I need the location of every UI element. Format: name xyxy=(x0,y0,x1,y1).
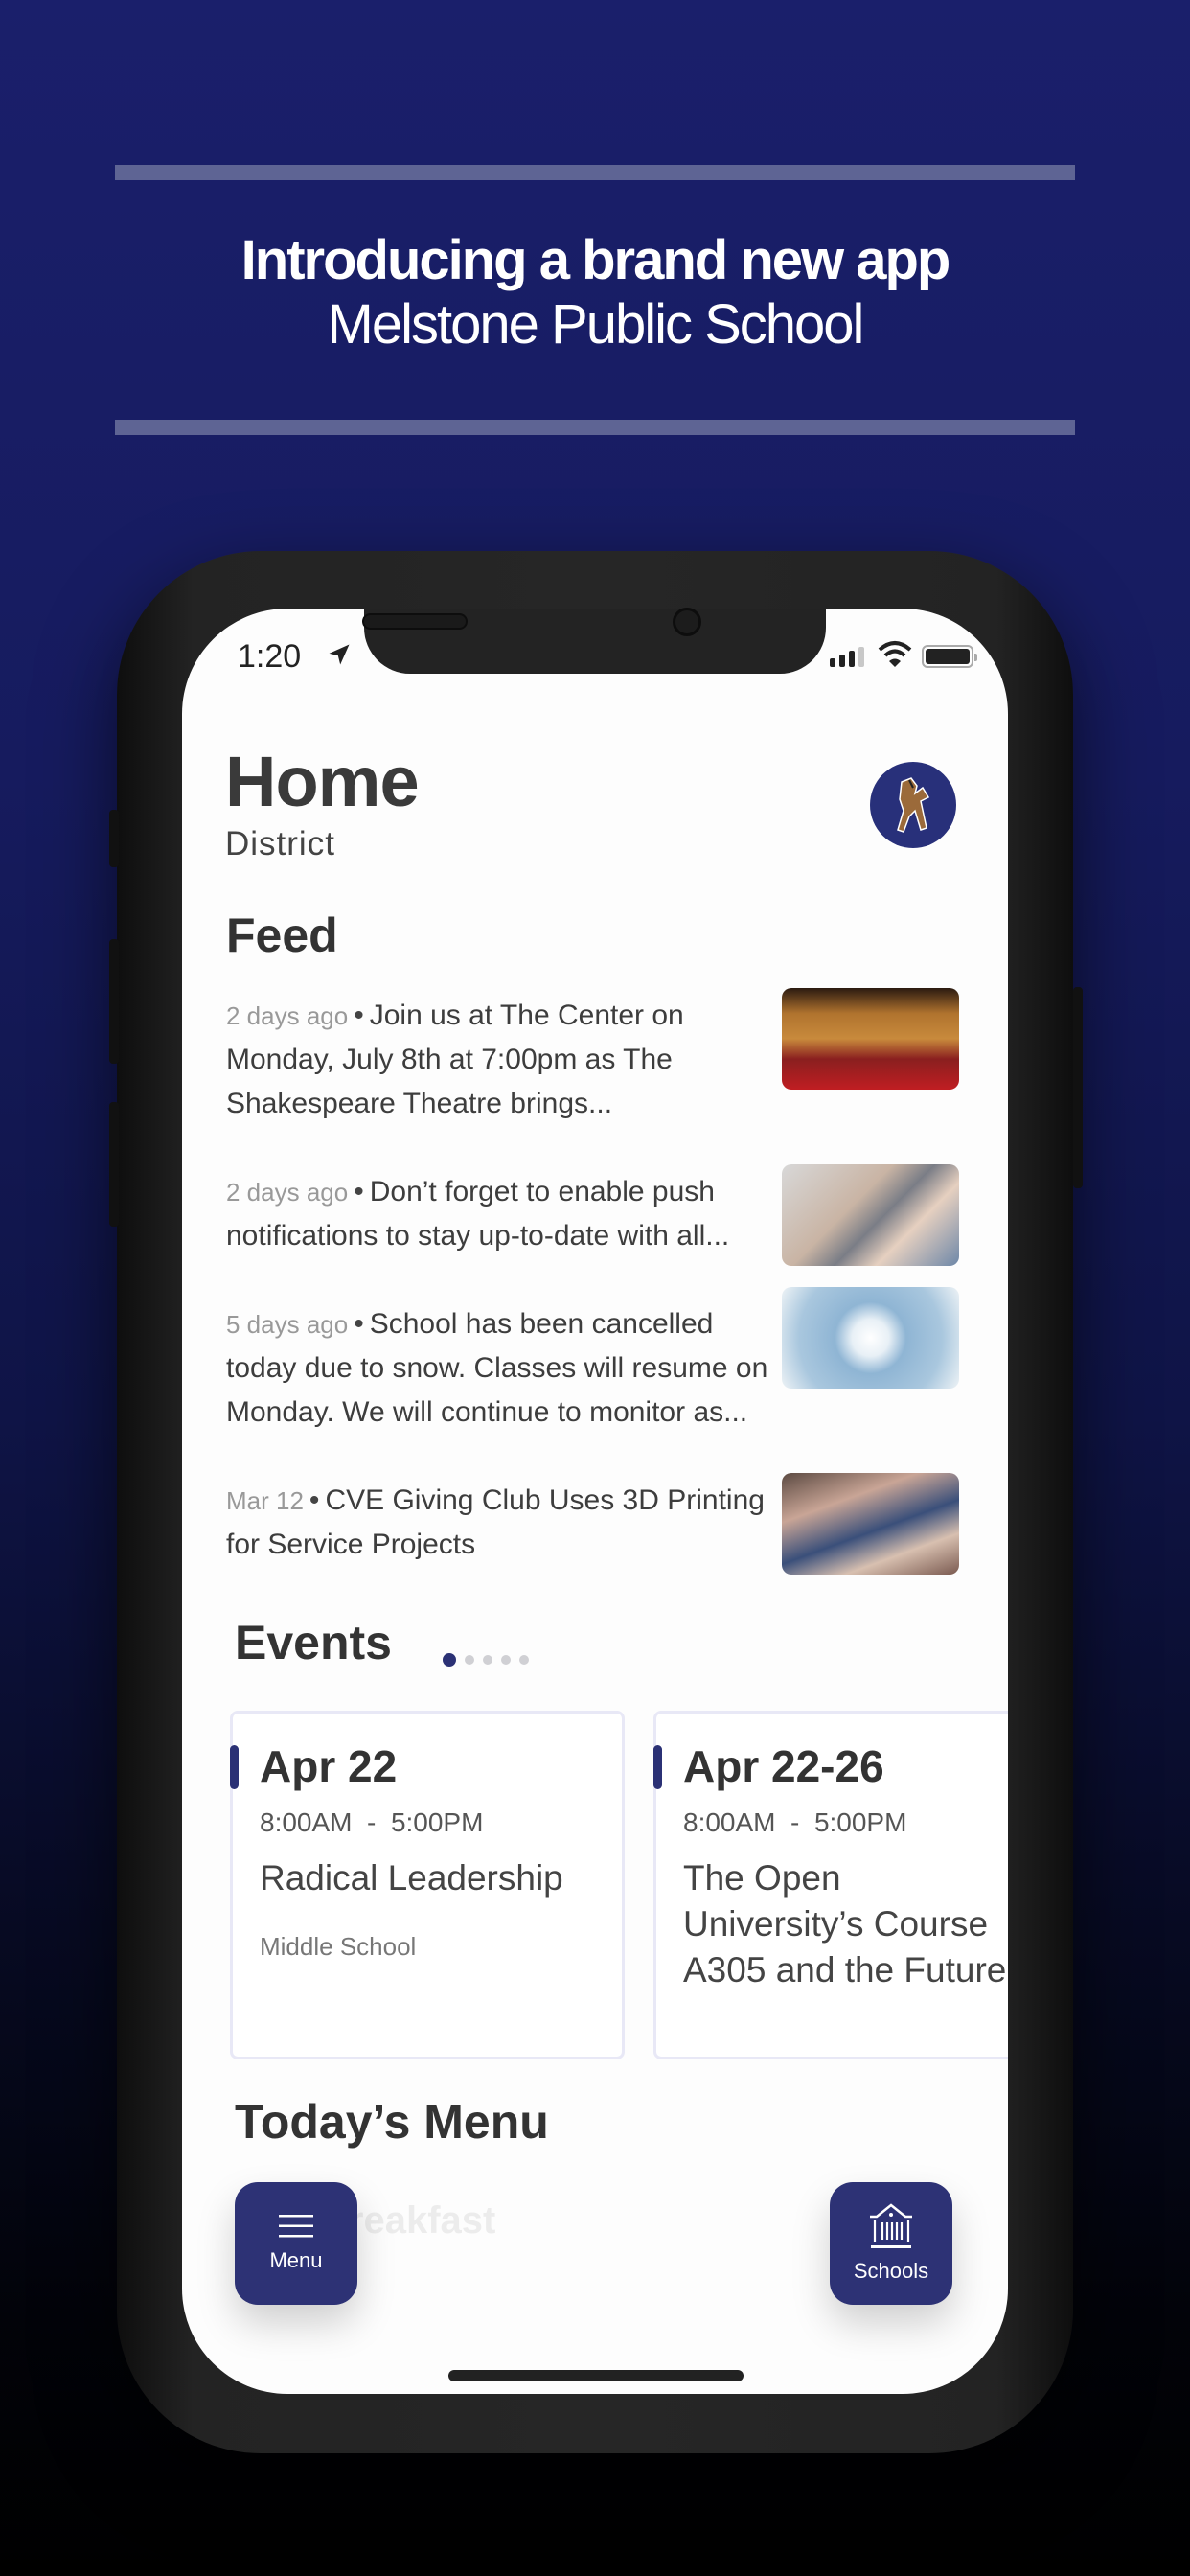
event-accent-bar xyxy=(653,1745,662,1789)
promo-divider-top xyxy=(115,165,1075,180)
event-time: 8:00AM - 5:00PM xyxy=(260,1807,484,1837)
pager-dot[interactable] xyxy=(483,1655,492,1665)
wifi-icon xyxy=(878,641,912,667)
school-avatar-button[interactable] xyxy=(870,762,956,848)
event-accent-bar xyxy=(230,1745,239,1789)
page-title: Home xyxy=(225,742,420,821)
home-indicator[interactable] xyxy=(448,2370,744,2381)
todays-menu-section-title: Today’s Menu xyxy=(235,2095,549,2149)
status-time: 1:20 xyxy=(238,638,302,675)
feed-item[interactable]: Mar 12 • CVE Giving Club Uses 3D Printing … xyxy=(226,1473,964,1575)
feed-thumbnail-classroom xyxy=(782,1473,959,1575)
feed-section-title: Feed xyxy=(226,908,338,962)
feed-separator: • xyxy=(309,1484,320,1516)
menu-button[interactable]: Menu xyxy=(235,2182,357,2305)
feed-item[interactable]: 2 days ago • Don’t forget to enable push n… xyxy=(226,1164,964,1266)
promo-headline: Introducing a brand new app xyxy=(240,229,951,291)
pager-dot-active[interactable] xyxy=(443,1653,456,1667)
event-time: 8:00AM - 5:00PM xyxy=(683,1807,907,1837)
page-subtitle: District xyxy=(225,825,335,862)
promo-subheadline: Melstone Public School xyxy=(327,293,865,356)
feed-thumbnail-snowflake xyxy=(782,1287,959,1389)
feed-item-time: 5 days ago xyxy=(226,1310,349,1339)
phone-silent-switch xyxy=(109,810,119,867)
phone-volume-up xyxy=(109,939,119,1064)
app-screen: 1:20 Home District Feed 2 days ago • Join … xyxy=(182,609,1008,2394)
events-pager[interactable] xyxy=(443,1653,529,1667)
phone-volume-down xyxy=(109,1102,119,1227)
feed-item-time: 2 days ago xyxy=(226,1001,349,1030)
feed-separator: • xyxy=(354,1308,364,1340)
location-arrow-icon xyxy=(329,644,350,665)
phone-power-button xyxy=(1073,987,1083,1188)
feed-item[interactable]: 5 days ago • School has been cancelled tod… xyxy=(226,1287,964,1435)
front-camera xyxy=(673,608,701,636)
events-section-title: Events xyxy=(235,1616,392,1669)
menu-button-label: Menu xyxy=(269,2248,323,2272)
promo-divider-bottom xyxy=(115,420,1075,435)
feed-item-time: Mar 12 xyxy=(226,1486,304,1515)
event-date: Apr 22 xyxy=(260,1741,398,1791)
feed-item-text: CVE Giving Club Uses 3D Printing for Ser… xyxy=(226,1484,765,1560)
pager-dot[interactable] xyxy=(465,1655,474,1665)
event-card[interactable]: Apr 22-26 8:00AM - 5:00PM The Open Unive… xyxy=(653,1711,1008,2059)
feed-item-time: 2 days ago xyxy=(226,1178,349,1207)
feed-thumbnail-theatre xyxy=(782,988,959,1090)
event-location: Middle School xyxy=(260,1932,417,1961)
hamburger-menu-icon xyxy=(279,2215,313,2238)
event-card[interactable]: Apr 22 8:00AM - 5:00PM Radical Leadershi… xyxy=(230,1711,625,2059)
event-name: The Open University’s Course A305 and th… xyxy=(683,1858,1007,1990)
cellular-signal-icon xyxy=(830,647,864,667)
feed-thumbnail-phone xyxy=(782,1164,959,1266)
school-building-icon xyxy=(870,2203,912,2248)
feed-separator: • xyxy=(354,1000,364,1031)
pager-dot[interactable] xyxy=(519,1655,529,1665)
feed-separator: • xyxy=(354,1176,364,1208)
pager-dot[interactable] xyxy=(501,1655,511,1665)
schools-button-label: Schools xyxy=(853,2259,929,2283)
event-name: Radical Leadership xyxy=(260,1858,563,1898)
event-date: Apr 22-26 xyxy=(683,1741,884,1791)
feed-item[interactable]: 2 days ago • Join us at The Center on Mond… xyxy=(226,988,964,1126)
schools-button[interactable]: Schools xyxy=(830,2182,952,2305)
mustang-mascot-icon xyxy=(897,777,930,833)
phone-speaker xyxy=(362,613,468,630)
battery-icon xyxy=(922,645,977,668)
